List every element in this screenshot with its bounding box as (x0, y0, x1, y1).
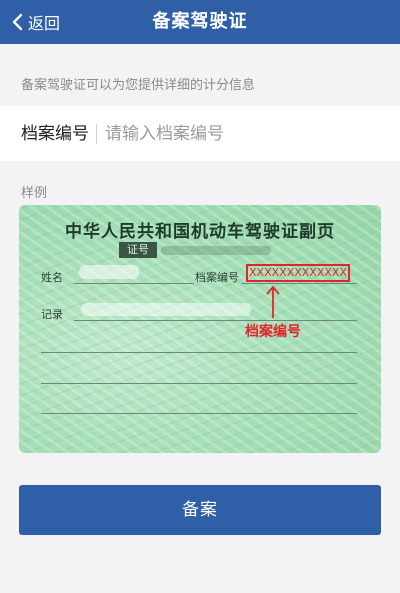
file-no-label: 档案编号 (195, 271, 239, 284)
card-line (41, 383, 357, 384)
arrow-up-icon (266, 285, 280, 318)
file-number-input[interactable] (103, 122, 357, 145)
name-label: 姓名 (41, 271, 63, 284)
record-label: 记录 (41, 308, 63, 321)
file-no-line (241, 283, 357, 284)
annotation-label: 档案编号 (245, 324, 301, 340)
page-title: 备案驾驶证 (152, 11, 248, 32)
file-number-row: 档案编号 (0, 106, 400, 161)
sample-license-image: 中华人民共和国机动车驾驶证副页 证号 姓名 档案编号 XXXXXXXXXXXXX… (19, 205, 381, 453)
name-blurred (79, 265, 139, 279)
file-number-label: 档案编号 (21, 123, 97, 144)
card-title: 中华人民共和国机动车驾驶证副页 (65, 222, 335, 242)
cert-no-blurred (161, 246, 271, 255)
name-line (74, 283, 194, 284)
file-no-highlight: XXXXXXXXXXXXX (246, 264, 350, 282)
sample-label: 样例 (21, 186, 48, 201)
record-line (74, 320, 357, 321)
hint-text: 备案驾驶证可以为您提供详细的计分信息 (21, 78, 256, 93)
navigation-bar: 返回 备案驾驶证 (0, 0, 400, 44)
cert-no-label: 证号 (119, 242, 157, 258)
card-line (41, 352, 357, 353)
card-line (41, 413, 357, 414)
record-blurred (81, 303, 251, 316)
submit-button[interactable]: 备案 (19, 485, 381, 535)
